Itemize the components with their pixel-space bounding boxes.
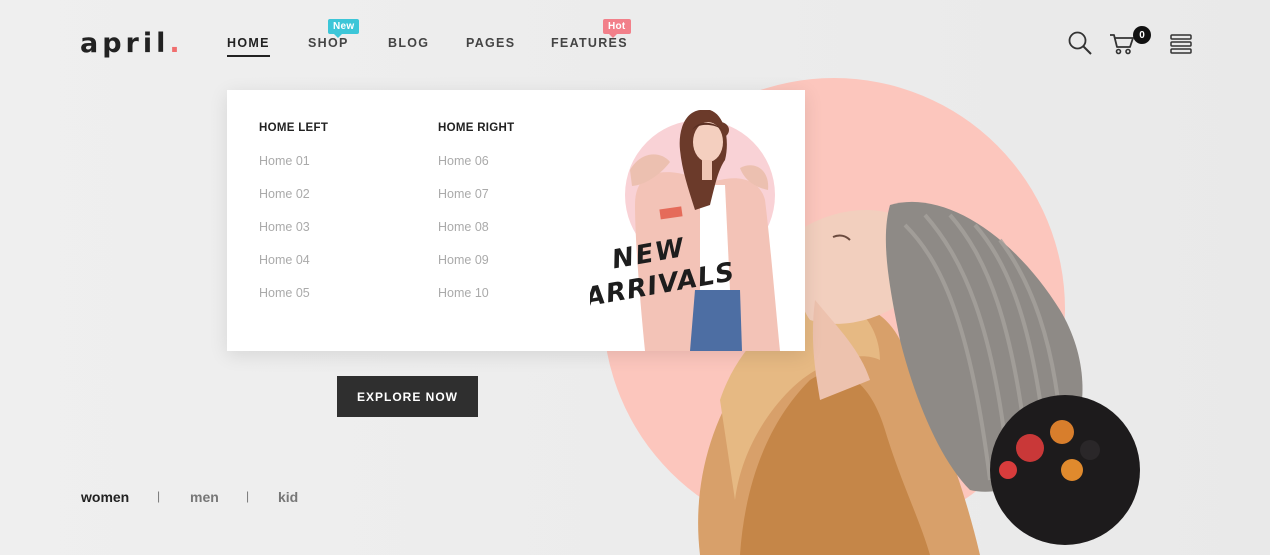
mega-link-home-04[interactable]: Home 04 — [259, 253, 328, 286]
brand-dot: . — [169, 28, 184, 59]
new-arrivals-promo-image[interactable]: NEW ARRIVALS — [590, 90, 805, 351]
home-mega-menu: HOME LEFT Home 01 Home 02 Home 03 Home 0… — [227, 90, 805, 351]
nav-home[interactable]: HOME — [227, 36, 270, 57]
mega-link-home-10[interactable]: Home 10 — [438, 286, 514, 319]
explore-now-button[interactable]: EXPLORE NOW — [337, 376, 478, 417]
nav-home-label: HOME — [227, 36, 270, 50]
hot-badge: Hot — [603, 19, 631, 38]
new-badge: New — [328, 19, 360, 38]
nav-blog-label: BLOG — [388, 36, 430, 50]
mega-link-home-02[interactable]: Home 02 — [259, 187, 328, 220]
mega-link-home-08[interactable]: Home 08 — [438, 220, 514, 253]
mega-column-left: HOME LEFT Home 01 Home 02 Home 03 Home 0… — [259, 122, 328, 319]
search-icon[interactable] — [1067, 30, 1093, 61]
nav-shop-label: SHOP — [308, 36, 349, 50]
menu-icon[interactable] — [1170, 34, 1192, 59]
mega-link-home-07[interactable]: Home 07 — [438, 187, 514, 220]
mega-column-right: HOME RIGHT Home 06 Home 07 Home 08 Home … — [438, 122, 514, 319]
mega-link-home-01[interactable]: Home 01 — [259, 154, 328, 187]
brand-logo[interactable]: april. — [80, 28, 184, 59]
category-kid[interactable]: kid — [278, 489, 298, 505]
mega-column-title: HOME LEFT — [259, 122, 329, 134]
nav-features-label: FEATURES — [551, 36, 628, 50]
brand-name: april — [80, 28, 170, 59]
mega-link-home-09[interactable]: Home 09 — [438, 253, 514, 286]
explore-now-label: EXPLORE NOW — [356, 389, 458, 404]
nav-features[interactable]: Hot FEATURES — [551, 19, 631, 50]
cart-icon[interactable] — [1109, 33, 1135, 60]
nav-blog[interactable]: BLOG — [388, 36, 429, 50]
category-separator: | — [246, 489, 250, 503]
mega-link-home-05[interactable]: Home 05 — [259, 286, 328, 319]
cart-count-badge: 0 — [1133, 26, 1151, 44]
mega-column-title: HOME RIGHT — [438, 122, 515, 134]
category-men[interactable]: men — [190, 489, 219, 505]
nav-shop[interactable]: New SHOP — [308, 19, 360, 50]
nav-pages-label: PAGES — [466, 36, 516, 50]
mega-link-home-06[interactable]: Home 06 — [438, 154, 514, 187]
category-women[interactable]: women — [81, 489, 129, 505]
mega-link-home-03[interactable]: Home 03 — [259, 220, 328, 253]
category-separator: | — [157, 489, 161, 503]
nav-pages[interactable]: PAGES — [466, 36, 515, 50]
